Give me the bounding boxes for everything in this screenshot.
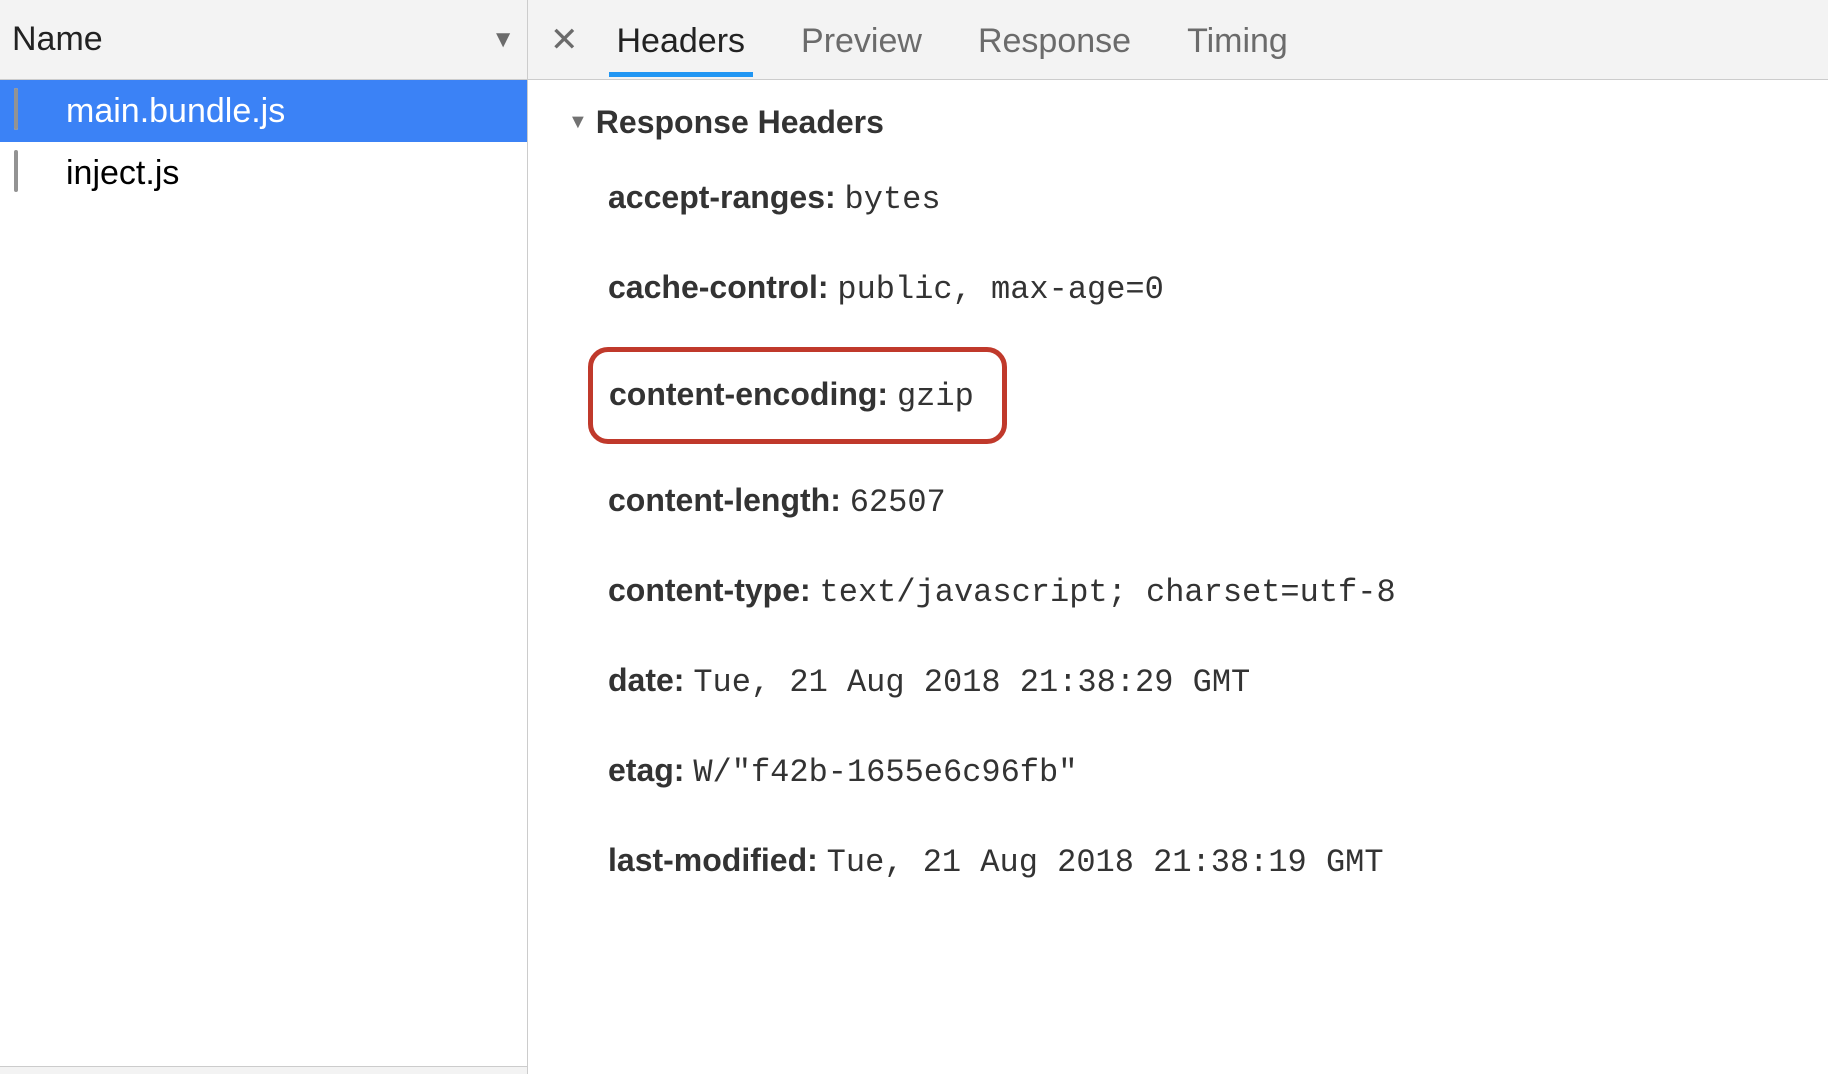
section-title-text: Response Headers — [596, 104, 884, 141]
tab-preview[interactable]: Preview — [797, 4, 926, 75]
response-headers-list: accept-ranges: bytes cache-control: publ… — [568, 167, 1788, 893]
header-value: text/javascript; charset=utf-8 — [820, 574, 1396, 611]
header-value: gzip — [897, 378, 974, 415]
devtools-network-panel: Name ▼ main.bundle.js inject.js ✕ Heade — [0, 0, 1828, 1074]
tab-headers[interactable]: Headers — [613, 4, 750, 75]
response-headers-section-toggle[interactable]: ▼ Response Headers — [568, 104, 1788, 141]
header-row-content-encoding: content-encoding: gzip — [608, 347, 1788, 445]
file-icon — [14, 152, 50, 194]
detail-tabbar: ✕ Headers Preview Response Timing — [528, 0, 1828, 80]
header-value: public, max-age=0 — [837, 271, 1163, 308]
header-value: Tue, 21 Aug 2018 21:38:29 GMT — [693, 664, 1250, 701]
network-request-list-panel: Name ▼ main.bundle.js inject.js — [0, 0, 528, 1074]
header-row-etag: etag: W/"f42b-1655e6c96fb" — [608, 740, 1788, 804]
column-header-name[interactable]: Name — [12, 20, 103, 59]
request-list: main.bundle.js inject.js — [0, 80, 527, 1066]
request-list-header: Name ▼ — [0, 0, 527, 80]
request-detail-panel: ✕ Headers Preview Response Timing ▼ Resp… — [528, 0, 1828, 1074]
header-key: cache-control: — [608, 269, 828, 305]
tab-timing[interactable]: Timing — [1183, 4, 1292, 75]
tab-response[interactable]: Response — [974, 4, 1135, 75]
header-key: date: — [608, 662, 684, 698]
header-row-last-modified: last-modified: Tue, 21 Aug 2018 21:38:19… — [608, 830, 1788, 894]
header-key: last-modified: — [608, 842, 818, 878]
header-value: Tue, 21 Aug 2018 21:38:19 GMT — [827, 844, 1384, 881]
header-row-date: date: Tue, 21 Aug 2018 21:38:29 GMT — [608, 650, 1788, 714]
header-key: content-type: — [608, 572, 811, 608]
highlighted-header: content-encoding: gzip — [588, 347, 1007, 445]
request-row-label: main.bundle.js — [66, 92, 285, 131]
headers-content: ▼ Response Headers accept-ranges: bytes … — [528, 80, 1828, 1074]
header-row-content-length: content-length: 62507 — [608, 470, 1788, 534]
collapse-triangle-icon: ▼ — [568, 111, 588, 134]
header-key: accept-ranges: — [608, 179, 836, 215]
header-value: bytes — [845, 181, 941, 218]
header-row-cache-control: cache-control: public, max-age=0 — [608, 257, 1788, 321]
request-row-inject[interactable]: inject.js — [0, 142, 527, 204]
file-icon — [14, 90, 50, 132]
header-key: content-length: — [608, 482, 841, 518]
filter-dropdown-icon[interactable]: ▼ — [491, 26, 515, 54]
request-list-footer — [0, 1066, 527, 1074]
header-value: 62507 — [850, 484, 946, 521]
request-row-label: inject.js — [66, 154, 179, 193]
request-row-main-bundle[interactable]: main.bundle.js — [0, 80, 527, 142]
header-row-accept-ranges: accept-ranges: bytes — [608, 167, 1788, 231]
detail-tabs: Headers Preview Response Timing — [613, 4, 1292, 75]
header-key: content-encoding: — [609, 376, 888, 412]
close-icon[interactable]: ✕ — [538, 20, 591, 60]
header-key: etag: — [608, 752, 684, 788]
header-value: W/"f42b-1655e6c96fb" — [693, 754, 1077, 791]
header-row-content-type: content-type: text/javascript; charset=u… — [608, 560, 1788, 624]
